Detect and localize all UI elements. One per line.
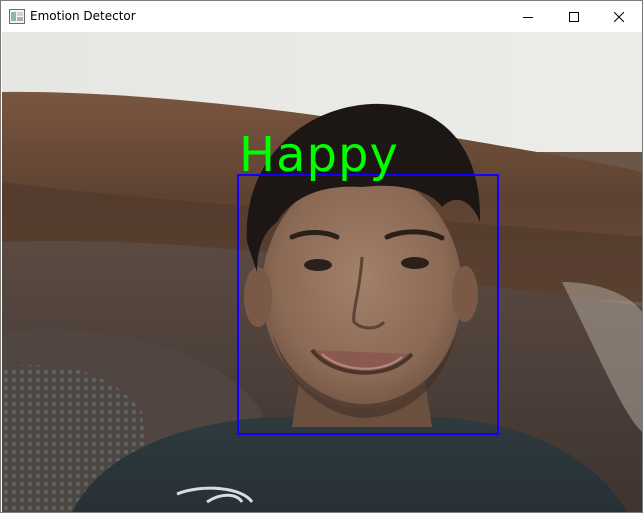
- minimize-icon: [523, 7, 533, 26]
- close-icon: [613, 7, 625, 26]
- maximize-icon: [569, 7, 579, 26]
- window-title: Emotion Detector: [30, 9, 136, 23]
- title-bar[interactable]: Emotion Detector: [1, 1, 642, 32]
- app-window: Emotion Detector Happy: [0, 0, 643, 513]
- face-bounding-box: [237, 174, 499, 435]
- minimize-button[interactable]: [505, 1, 551, 32]
- opencv-window-icon: [9, 9, 25, 24]
- close-button[interactable]: [596, 1, 642, 32]
- emotion-label: Happy: [239, 127, 399, 183]
- maximize-button[interactable]: [551, 1, 597, 32]
- webcam-feed: Happy: [2, 32, 642, 512]
